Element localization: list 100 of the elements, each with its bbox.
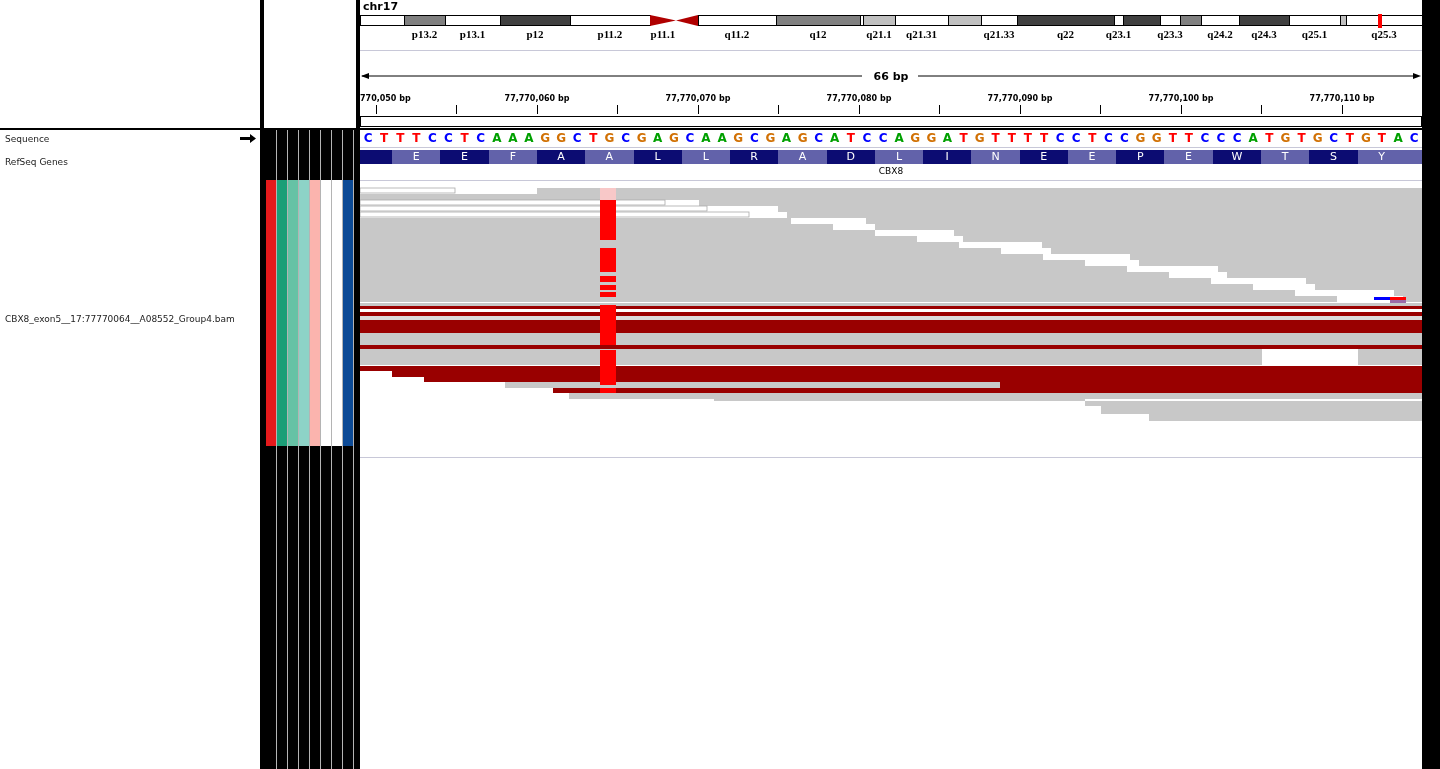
amino-acid: A	[778, 150, 827, 164]
base-letter: G	[635, 130, 648, 147]
chromosome-band	[404, 15, 446, 26]
base-letter: A	[893, 130, 905, 147]
base-letter: G	[1311, 130, 1324, 147]
amino-acid: N	[971, 150, 1020, 164]
centromere-shape	[676, 15, 698, 26]
band-label: p13.2	[411, 28, 438, 40]
band-label: q23.3	[1157, 28, 1183, 40]
band-label: q24.3	[1251, 28, 1277, 40]
amino-acid: E	[440, 150, 489, 164]
amino-acid: E	[1067, 150, 1117, 164]
base-letter: C	[1054, 130, 1066, 147]
base-letter: G	[555, 130, 568, 147]
base-letter: G	[796, 130, 809, 147]
base-letter: C	[571, 130, 583, 147]
base-letter: C	[1328, 130, 1340, 147]
tick-label: 77,770,060 bp	[504, 94, 570, 103]
base-letter: C	[748, 130, 760, 147]
band-label: p11.2	[597, 28, 623, 40]
base-letter: C	[684, 130, 696, 147]
base-letter: G	[603, 130, 616, 147]
amino-acid: S	[1309, 150, 1358, 164]
base-letter: C	[362, 130, 374, 147]
base-letter: C	[1102, 130, 1114, 147]
base-letter: T	[1167, 130, 1178, 147]
chromosome-band	[445, 15, 501, 26]
base-letter: G	[909, 130, 922, 147]
base-letter: G	[1134, 130, 1147, 147]
base-letter: G	[732, 130, 745, 147]
base-letter: A	[829, 130, 841, 147]
base-letter: T	[588, 130, 599, 147]
base-letter: T	[958, 130, 969, 147]
base-letter: C	[1119, 130, 1130, 147]
amino-acid: E	[392, 150, 441, 164]
band-label: p12	[526, 28, 544, 40]
base-letter: C	[877, 130, 889, 147]
tick-label: 77,770,110 bp	[1309, 94, 1375, 103]
base-letter: C	[1231, 130, 1243, 147]
band-label: p13.1	[459, 28, 486, 40]
base-letter: A	[1392, 130, 1404, 147]
read-marks-drawing	[1374, 297, 1406, 303]
base-letter: C	[443, 130, 454, 147]
base-letter: A	[780, 130, 793, 147]
base-letter: T	[1183, 130, 1194, 147]
amino-acid: E	[1164, 150, 1213, 164]
base-letter: T	[1264, 130, 1275, 147]
band-label: q21.31	[906, 28, 937, 40]
amino-acid: F	[488, 150, 537, 164]
base-letter: T	[459, 130, 470, 147]
base-letter: T	[1038, 130, 1050, 147]
base-letter: A	[507, 130, 519, 147]
amino-acid: D	[826, 150, 875, 164]
tick-label: 77,770,080 bp	[826, 94, 892, 103]
base-letter: G	[539, 130, 551, 147]
base-letter: T	[990, 130, 1001, 147]
band-label: q12	[809, 28, 827, 40]
base-letter: T	[411, 130, 422, 147]
gene-name: CBX8	[878, 165, 904, 177]
base-letter: T	[395, 130, 406, 147]
amino-acid: L	[633, 150, 682, 164]
amino-acid: Y	[1357, 150, 1406, 164]
base-letter: C	[1408, 130, 1420, 147]
track-name: Sequence	[5, 132, 50, 145]
codon-block	[360, 150, 393, 164]
base-letter: A	[652, 130, 664, 147]
base-letter: A	[716, 130, 728, 147]
amino-acid: L	[681, 150, 731, 164]
chromosome-band	[500, 15, 571, 26]
base-letter: A	[1247, 130, 1259, 147]
band-label: p11.1	[650, 28, 676, 40]
track-name: CBX8_exon5__17:77770064__A08552_Group4.bam	[5, 313, 235, 325]
base-letter: T	[1022, 130, 1033, 147]
base-letter: A	[700, 130, 712, 147]
base-letter: G	[667, 130, 680, 147]
base-letter: T	[1376, 130, 1388, 147]
amino-acid: A	[585, 150, 634, 164]
base-letter: C	[475, 130, 487, 147]
tick-label: 77,770,070 bp	[665, 94, 731, 103]
amino-acid: P	[1116, 150, 1165, 164]
current-region-marker	[1378, 14, 1382, 28]
base-letter: C	[1070, 130, 1082, 147]
amino-acid: T	[1260, 150, 1310, 164]
base-letter: T	[1006, 130, 1017, 147]
band-label: q11.2	[724, 28, 750, 40]
tick-label: 77,770,090 bp	[987, 94, 1053, 103]
chromosome-name: chr17	[362, 0, 399, 14]
amino-acid: W	[1212, 150, 1261, 164]
chromosome-band	[1239, 15, 1290, 26]
band-label: q25.1	[1301, 28, 1328, 40]
amino-acid: L	[874, 150, 924, 164]
base-letter: G	[1359, 130, 1372, 147]
base-letter: C	[1215, 130, 1227, 147]
band-label: q23.1	[1105, 28, 1132, 40]
band-label: q21.1	[866, 28, 892, 40]
base-letter: A	[491, 130, 503, 147]
base-letter: C	[620, 130, 631, 147]
base-letter: T	[1087, 130, 1098, 147]
base-letter: T	[845, 130, 856, 147]
band-label: q22	[1056, 28, 1075, 40]
